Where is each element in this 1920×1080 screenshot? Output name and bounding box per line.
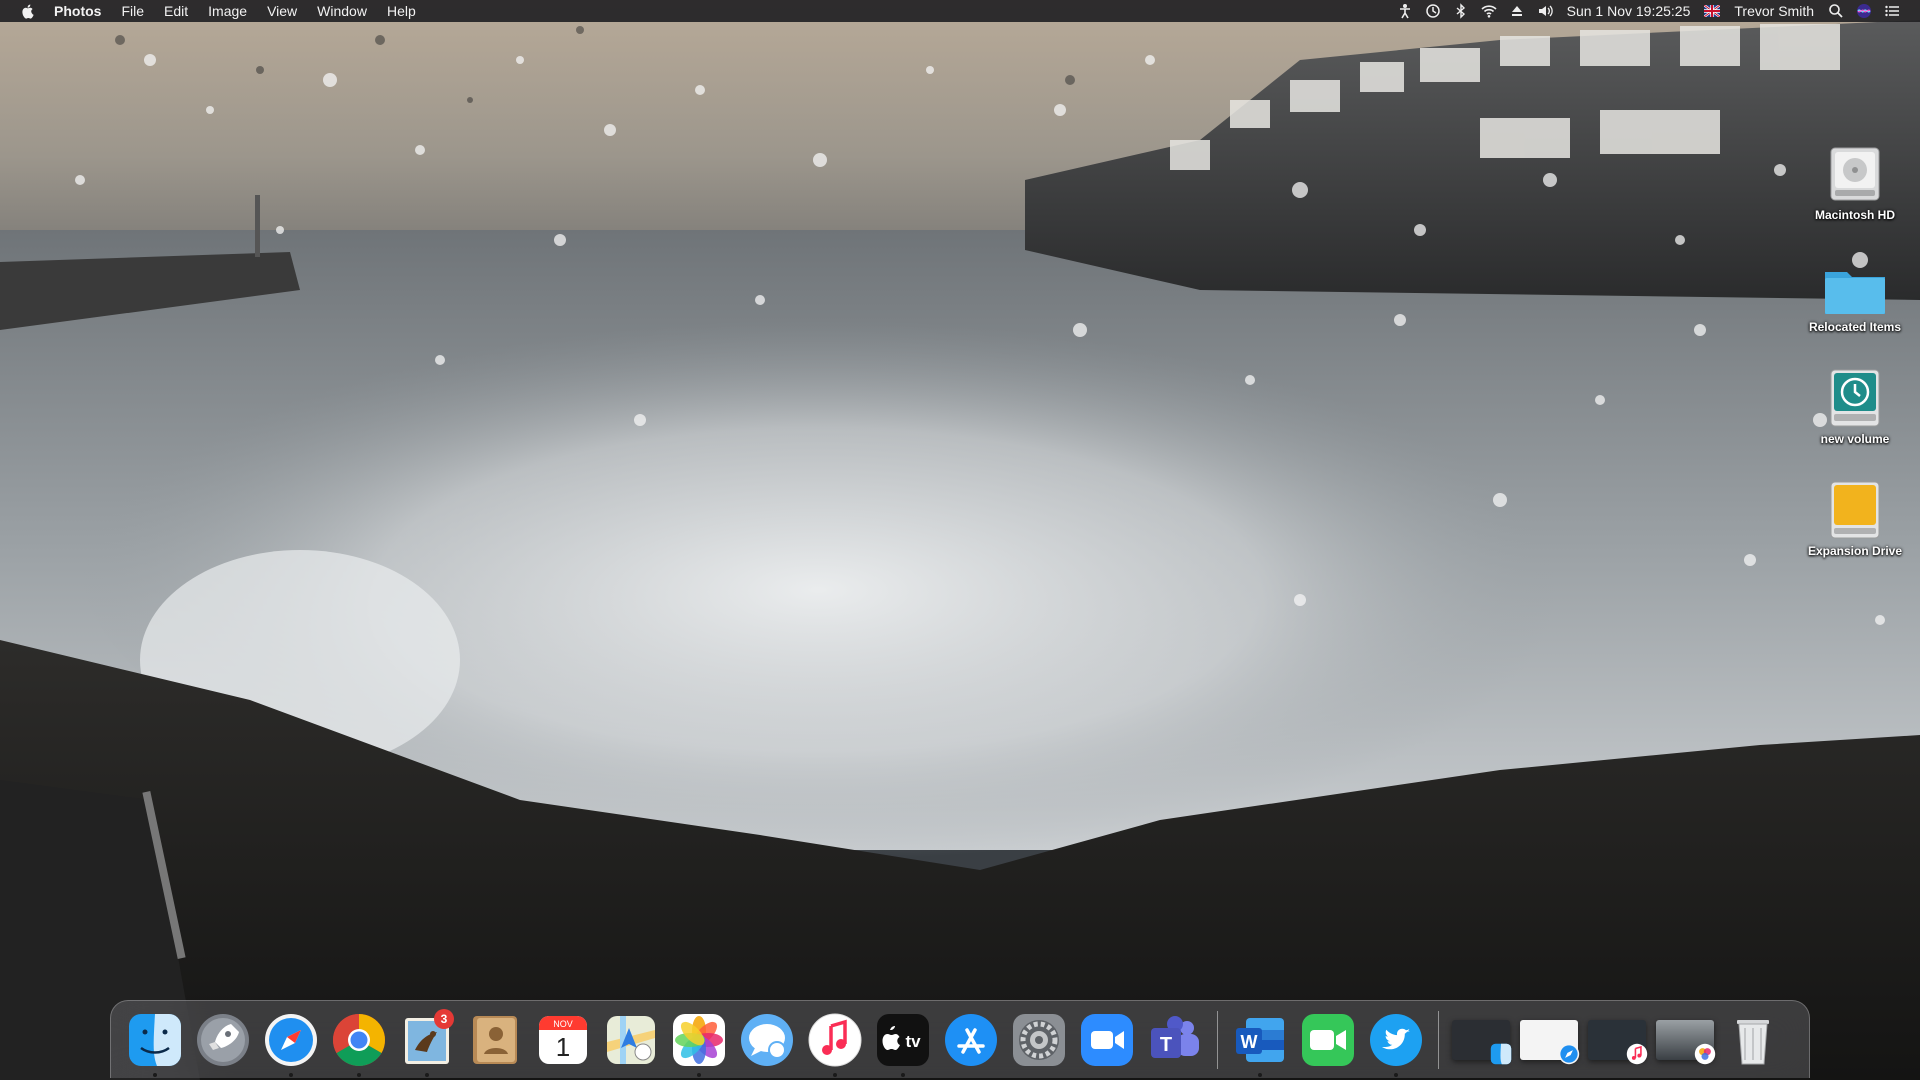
photos-icon [673, 1013, 725, 1066]
desktop-icon-new-volume[interactable]: new volume [1800, 364, 1910, 446]
menu-image[interactable]: Image [198, 0, 257, 22]
chrome-icon [333, 1013, 385, 1066]
menu-file[interactable]: File [111, 0, 154, 22]
time-machine-drive-icon [1823, 364, 1887, 428]
dock-twitter[interactable] [1365, 1009, 1427, 1077]
dock-teams[interactable]: T [1144, 1009, 1206, 1071]
hard-drive-icon [1823, 140, 1887, 204]
dock-messages[interactable] [736, 1009, 798, 1071]
desktop-icon-relocated-items[interactable]: Relocated Items [1800, 252, 1910, 334]
dock-launchpad[interactable] [192, 1009, 254, 1071]
minimized-window-4[interactable] [1654, 1009, 1716, 1071]
dock-maps[interactable] [600, 1009, 662, 1071]
dock-trash[interactable] [1722, 1009, 1784, 1071]
dock-photos[interactable] [668, 1009, 730, 1077]
uk-flag-icon[interactable] [1698, 0, 1726, 22]
minimized-window-1[interactable] [1450, 1009, 1512, 1071]
system-preferences-icon [1013, 1013, 1065, 1066]
calendar-icon: NOV 1 [539, 1015, 587, 1064]
tv-icon: tv [877, 1013, 929, 1066]
menu-help[interactable]: Help [377, 0, 426, 22]
teams-icon: T [1151, 1015, 1199, 1058]
calendar-day: 1 [556, 1032, 570, 1062]
accessibility-icon[interactable] [1391, 0, 1419, 22]
spotlight-search-icon[interactable] [1822, 0, 1850, 22]
photos-icon [1694, 1043, 1716, 1064]
dock-app-store[interactable] [940, 1009, 1002, 1071]
notification-center-icon[interactable] [1878, 0, 1906, 22]
minimized-window-2[interactable] [1518, 1009, 1580, 1071]
music-icon [808, 1013, 862, 1066]
desktop-wallpaper [0, 0, 1920, 1080]
bluetooth-icon[interactable] [1447, 0, 1475, 22]
dock-calendar[interactable]: NOV 1 [532, 1009, 594, 1071]
music-icon [1626, 1043, 1648, 1064]
menu-edit[interactable]: Edit [154, 0, 198, 22]
apple-menu-icon[interactable] [20, 3, 36, 19]
messages-icon [741, 1013, 793, 1066]
word-letter: W [1241, 1032, 1258, 1052]
safari-icon [1558, 1043, 1580, 1064]
dock-finder[interactable] [124, 1009, 186, 1077]
desktop-icon-macintosh-hd[interactable]: Macintosh HD [1800, 140, 1910, 222]
dock-contacts[interactable] [464, 1009, 526, 1071]
dock-music[interactable] [804, 1009, 866, 1077]
menu-bar: Photos File Edit Image View Window Help … [0, 0, 1920, 22]
calendar-month: NOV [553, 1019, 573, 1029]
menubar-user-name[interactable]: Trevor Smith [1726, 3, 1822, 19]
word-icon: W [1236, 1017, 1284, 1062]
maps-icon [607, 1015, 655, 1064]
contacts-icon [473, 1015, 517, 1064]
dock-separator [1438, 1010, 1439, 1069]
menu-view[interactable]: View [257, 0, 307, 22]
external-drive-icon [1823, 476, 1887, 540]
dock-system-preferences[interactable] [1008, 1009, 1070, 1071]
menubar-clock[interactable]: Sun 1 Nov 19:25:25 [1559, 3, 1699, 19]
dock-facetime[interactable] [1297, 1009, 1359, 1071]
dock-separator [1217, 1010, 1218, 1069]
menu-window[interactable]: Window [307, 0, 377, 22]
desktop-icon-expansion-drive[interactable]: Expansion Drive [1800, 476, 1910, 558]
dock-zoom[interactable] [1076, 1009, 1138, 1071]
launchpad-icon [197, 1013, 249, 1066]
siri-icon[interactable] [1850, 0, 1878, 22]
time-machine-icon[interactable] [1419, 0, 1447, 22]
trash-icon [1737, 1019, 1769, 1064]
facetime-icon [1302, 1013, 1354, 1066]
dock-chrome[interactable] [328, 1009, 390, 1077]
dock-tv[interactable]: tv [872, 1009, 934, 1077]
mail-unread-badge: 3 [434, 1008, 454, 1029]
safari-icon [265, 1013, 317, 1066]
finder-icon [1490, 1043, 1512, 1064]
app-store-icon [945, 1013, 997, 1066]
twitter-icon [1370, 1013, 1422, 1066]
dock-safari[interactable] [260, 1009, 322, 1077]
dock-word[interactable]: W [1229, 1009, 1291, 1077]
zoom-icon [1081, 1013, 1133, 1066]
teams-letter: T [1160, 1034, 1172, 1056]
dock-mail[interactable]: 3 [396, 1008, 458, 1077]
eject-icon[interactable] [1503, 0, 1531, 22]
finder-icon [129, 1013, 181, 1066]
folder-icon [1823, 252, 1887, 316]
volume-icon[interactable] [1531, 0, 1559, 22]
dock: 3 NOV 1 tv T W [110, 1000, 1810, 1078]
tv-label: tv [905, 1032, 921, 1051]
menu-app-name[interactable]: Photos [50, 0, 111, 22]
minimized-window-3[interactable] [1586, 1009, 1648, 1071]
wifi-icon[interactable] [1475, 0, 1503, 22]
